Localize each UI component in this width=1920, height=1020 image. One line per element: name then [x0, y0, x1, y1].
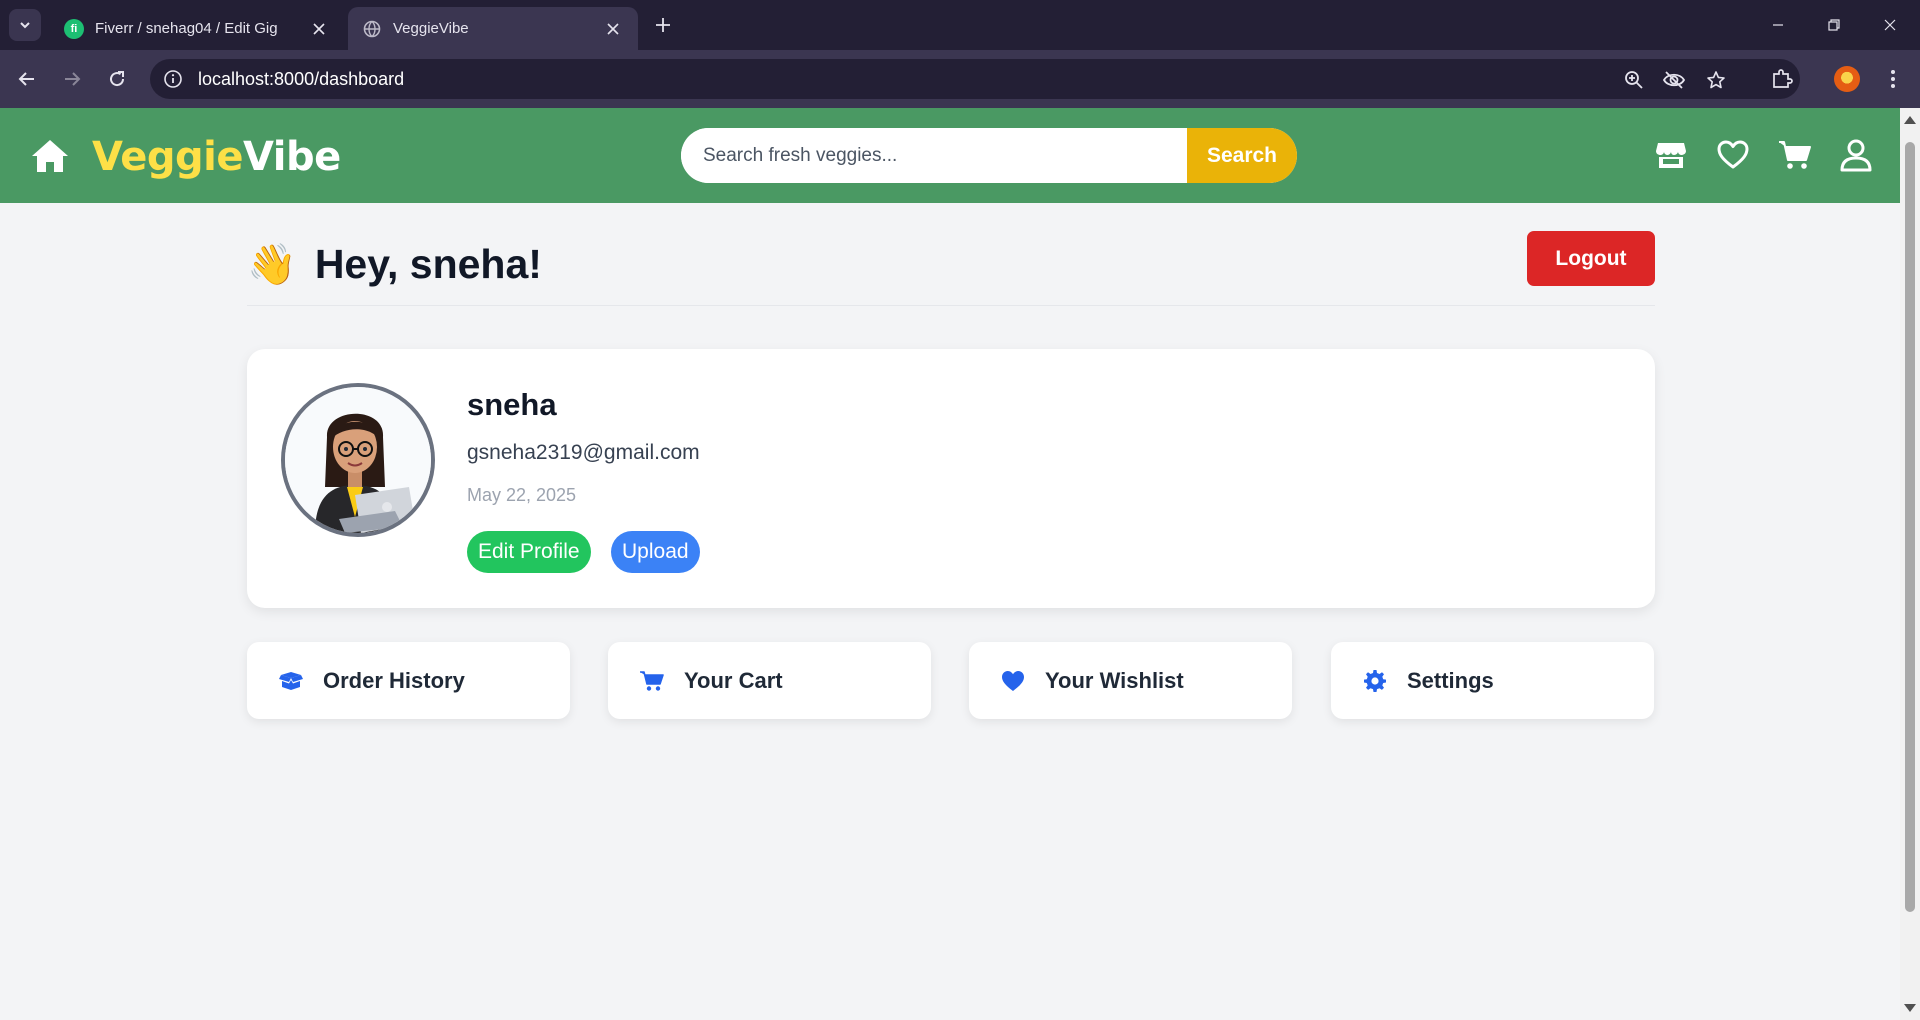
- wave-emoji: 👋: [247, 243, 297, 287]
- reload-button[interactable]: [102, 64, 132, 94]
- browser-tab-bar: fi Fiverr / snehag04 / Edit Gig VeggieVi…: [0, 0, 1920, 50]
- tab-title: VeggieVibe: [393, 20, 469, 37]
- restore-button[interactable]: [1814, 10, 1854, 40]
- url-text: localhost:8000/dashboard: [198, 68, 405, 89]
- profile-name: sneha: [467, 387, 557, 422]
- arrow-left-icon: [18, 72, 34, 86]
- minimize-button[interactable]: [1758, 10, 1798, 40]
- restore-icon: [1828, 19, 1840, 31]
- site-logo[interactable]: VeggieVibe: [92, 134, 341, 180]
- home-icon[interactable]: [30, 136, 70, 176]
- profile-button[interactable]: [1832, 64, 1862, 94]
- tab-search-button[interactable]: [9, 9, 41, 41]
- profile-date: May 22, 2025: [467, 485, 577, 505]
- back-button[interactable]: [12, 64, 42, 94]
- close-icon: [607, 22, 619, 35]
- tile-label: Your Wishlist: [1045, 667, 1184, 693]
- close-icon: [1884, 19, 1896, 31]
- site-info-icon[interactable]: [162, 68, 184, 90]
- search-input[interactable]: [681, 128, 1187, 183]
- search-button[interactable]: Search: [1187, 128, 1297, 183]
- tile-your-cart[interactable]: Your Cart: [608, 642, 931, 719]
- logout-button[interactable]: Logout: [1527, 231, 1655, 286]
- gear-icon: [1363, 669, 1387, 693]
- more-vertical-icon: [1891, 70, 1895, 88]
- close-tab-button[interactable]: [602, 18, 624, 40]
- reload-icon: [110, 71, 125, 87]
- tile-order-history[interactable]: Order History: [247, 642, 570, 719]
- browser-tab-veggievibe[interactable]: VeggieVibe: [348, 7, 638, 50]
- scroll-down-arrow[interactable]: [1904, 1004, 1916, 1012]
- browser-toolbar: localhost:8000/dashboard: [0, 50, 1920, 108]
- logo-vibe: Vibe: [243, 134, 341, 180]
- tile-label: Settings: [1407, 667, 1494, 693]
- address-bar[interactable]: localhost:8000/dashboard: [150, 59, 1800, 99]
- heart-icon[interactable]: [1716, 138, 1750, 172]
- heart-icon: [1001, 669, 1025, 693]
- avatar: [281, 383, 435, 537]
- logo-veggie: Veggie: [92, 134, 244, 180]
- search-bar: Search: [681, 128, 1297, 183]
- tile-label: Order History: [323, 667, 465, 693]
- page-title: 👋 Hey, sneha!: [247, 241, 542, 288]
- edit-profile-button[interactable]: Edit Profile: [467, 531, 591, 573]
- eye-off-icon[interactable]: [1662, 68, 1686, 92]
- upload-button[interactable]: Upload: [611, 531, 700, 573]
- arrow-right-icon: [65, 72, 81, 86]
- cart-icon: [640, 669, 664, 693]
- profile-email: gsneha2319@gmail.com: [467, 441, 700, 464]
- minimize-icon: [1773, 24, 1783, 26]
- extensions-button[interactable]: [1767, 64, 1797, 94]
- zoom-icon[interactable]: [1622, 68, 1646, 92]
- close-window-button[interactable]: [1870, 10, 1910, 40]
- scrollbar-thumb[interactable]: [1905, 142, 1915, 912]
- close-tab-button[interactable]: [308, 18, 330, 40]
- plus-icon: [656, 18, 670, 32]
- tile-label: Your Cart: [684, 667, 783, 693]
- page-viewport: VeggieVibe Search 👋 Hey, sneha! Logout: [0, 108, 1920, 1020]
- store-icon[interactable]: [1654, 138, 1688, 172]
- page-scrollbar[interactable]: [1900, 108, 1920, 1020]
- greeting-text: Hey, sneha!: [314, 241, 542, 287]
- greeting-row: 👋 Hey, sneha! Logout: [247, 231, 1655, 306]
- puzzle-icon: [1773, 69, 1793, 88]
- tile-settings[interactable]: Settings: [1331, 642, 1654, 719]
- box-icon: [279, 669, 303, 693]
- tab-title: Fiverr / snehag04 / Edit Gig: [95, 20, 278, 37]
- close-icon: [313, 22, 325, 35]
- browser-menu-button[interactable]: [1878, 64, 1908, 94]
- tile-your-wishlist[interactable]: Your Wishlist: [969, 642, 1292, 719]
- forward-button[interactable]: [57, 64, 87, 94]
- star-icon[interactable]: [1704, 68, 1728, 92]
- globe-icon: [362, 19, 382, 39]
- new-tab-button[interactable]: [650, 12, 676, 38]
- user-icon[interactable]: [1839, 138, 1873, 172]
- chevron-down-icon: [20, 22, 30, 29]
- profile-card: sneha gsneha2319@gmail.com May 22, 2025 …: [247, 349, 1655, 608]
- scroll-up-arrow[interactable]: [1904, 116, 1916, 124]
- cart-icon[interactable]: [1778, 138, 1812, 172]
- fiverr-icon: fi: [64, 18, 84, 39]
- site-header: VeggieVibe Search: [0, 108, 1900, 203]
- profile-avatar: [1834, 66, 1860, 92]
- browser-tab-fiverr[interactable]: fi Fiverr / snehag04 / Edit Gig: [50, 7, 344, 50]
